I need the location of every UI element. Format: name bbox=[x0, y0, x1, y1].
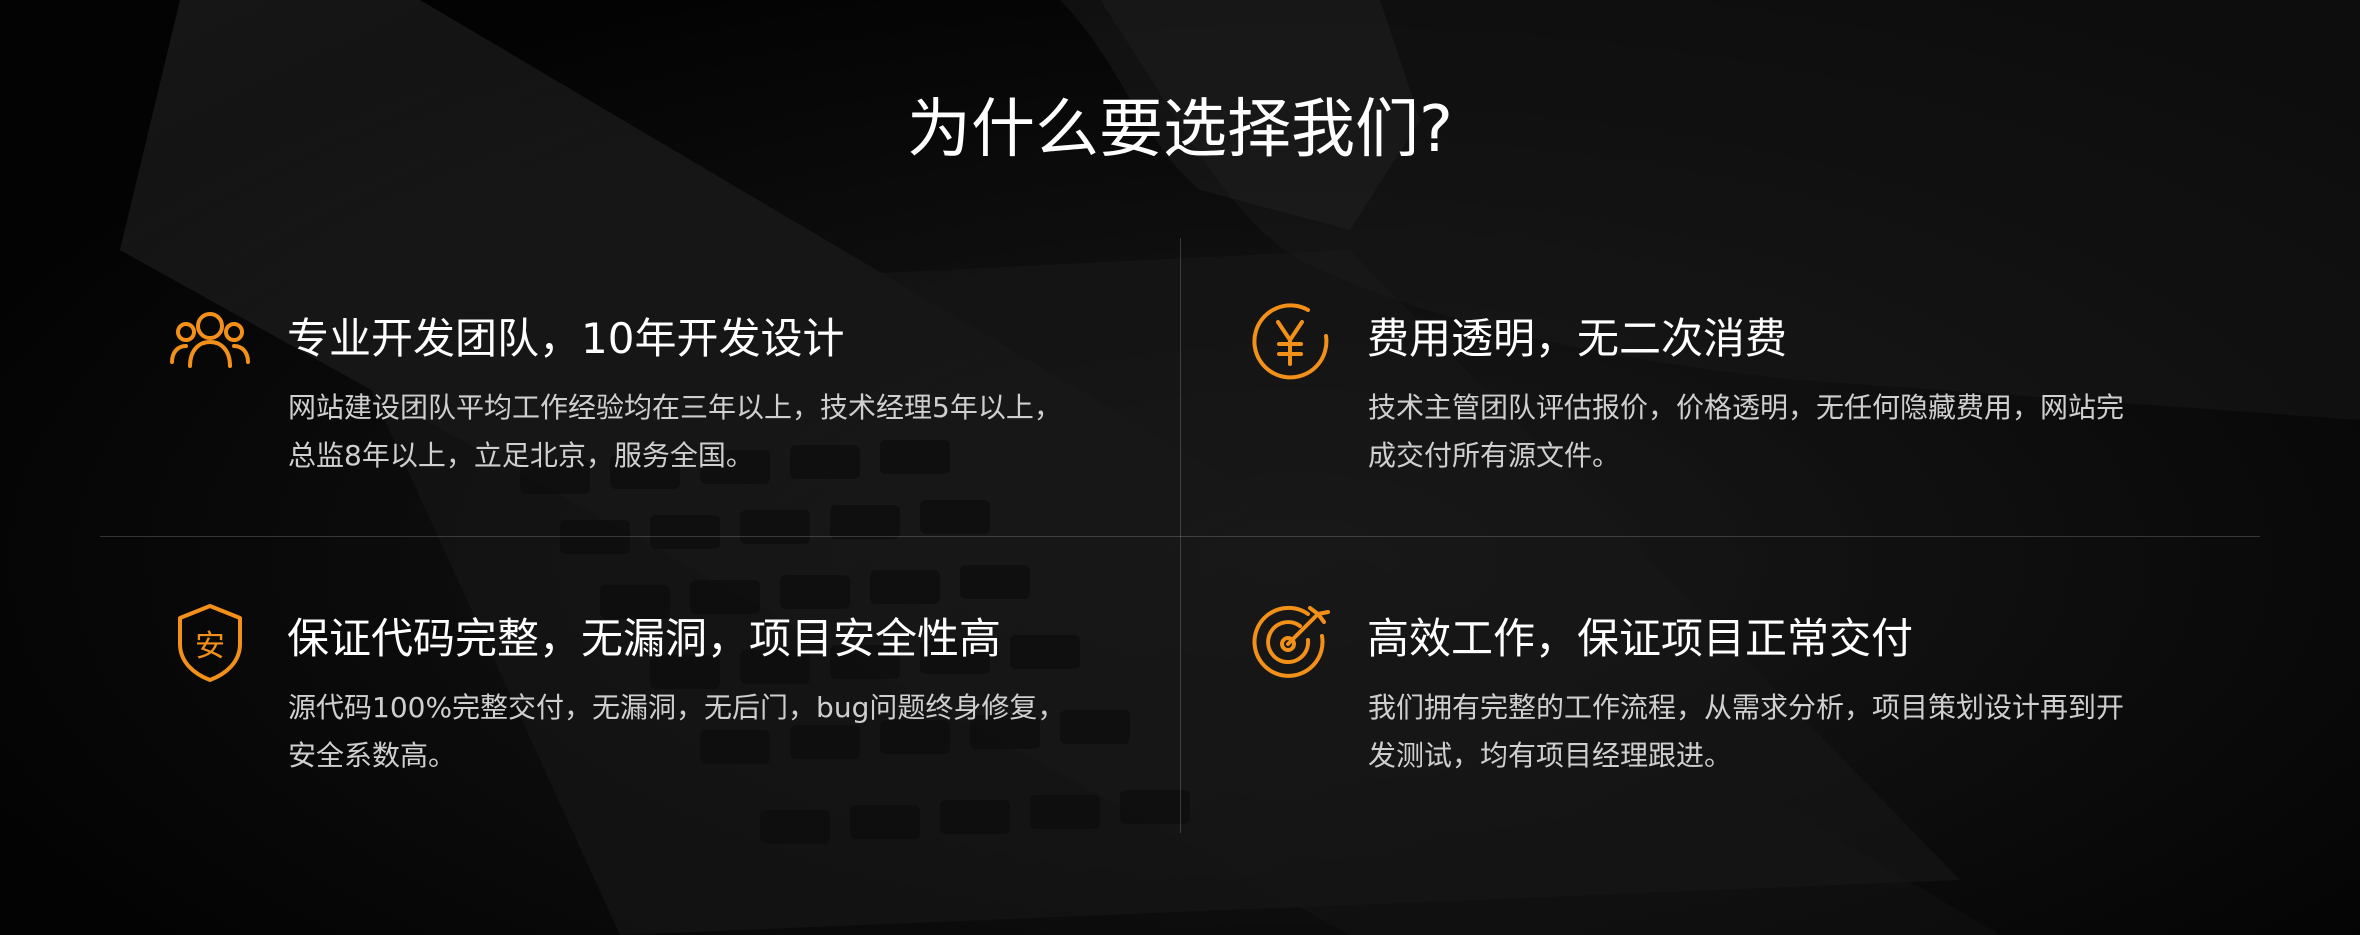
feature-description: 网站建设团队平均工作经验均在三年以上，技术经理5年以上，总监8年以上，立足北京，… bbox=[288, 391, 1062, 472]
section-title: 为什么要选择我们? bbox=[907, 93, 1453, 167]
shield-icon-text: 安 bbox=[195, 629, 225, 664]
feature-title: 保证代码完整，无漏洞，项目安全性高 bbox=[287, 614, 1002, 663]
feature-description: 技术主管团队评估报价，价格透明，无任何隐藏费用，网站完成交付所有源文件。 bbox=[1368, 391, 2125, 472]
yen-icon bbox=[1248, 300, 1332, 384]
vertical-divider bbox=[1180, 238, 1181, 833]
feature-description: 我们拥有完整的工作流程，从需求分析，项目策划设计再到开发测试，均有项目经理跟进。 bbox=[1368, 691, 2125, 772]
feature-title: 费用透明，无二次消费 bbox=[1367, 314, 1788, 363]
target-icon bbox=[1248, 600, 1332, 684]
feature-title: 高效工作，保证项目正常交付 bbox=[1367, 614, 1914, 663]
why-choose-us-section: 为什么要选择我们? 专业开发团队，10年开发设计 网站建设团队平均工作经验均在三… bbox=[0, 0, 2360, 935]
feature-title: 专业开发团队，10年开发设计 bbox=[287, 314, 845, 363]
team-icon bbox=[168, 300, 252, 384]
feature-description: 源代码100%完整交付，无漏洞，无后门，bug问题终身修复，安全系数高。 bbox=[288, 691, 1066, 772]
shield-icon: 安 bbox=[168, 600, 252, 684]
